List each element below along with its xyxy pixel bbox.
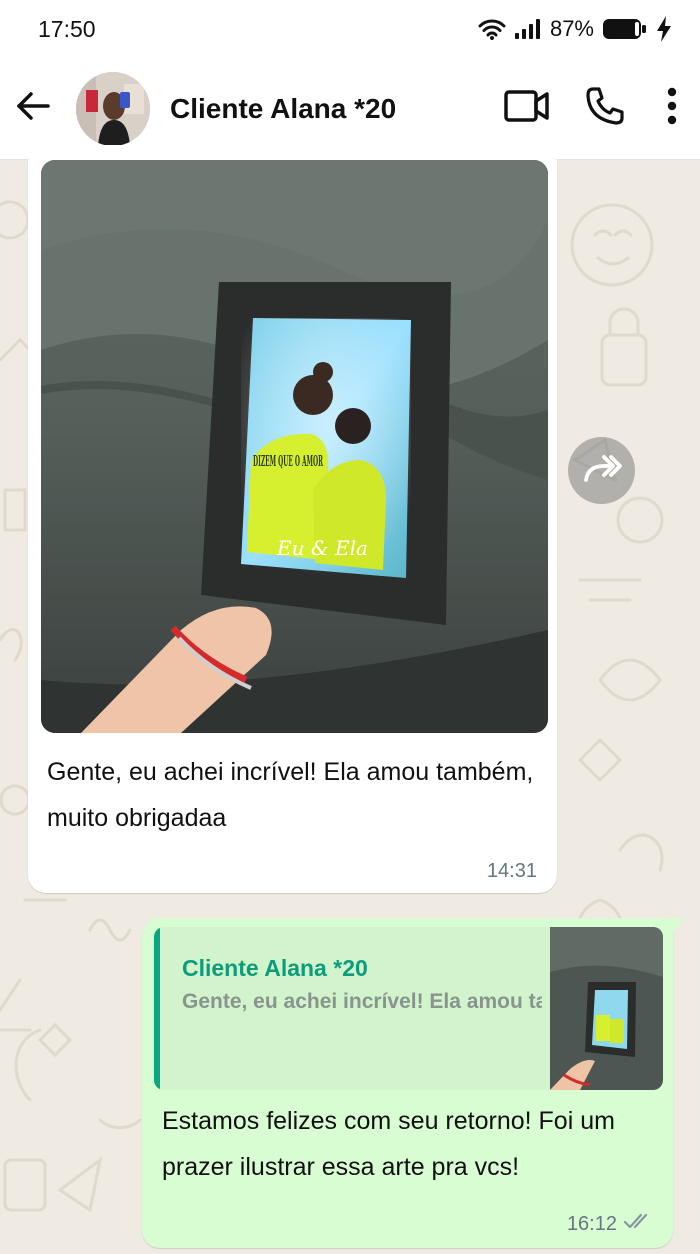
header-actions bbox=[488, 76, 700, 142]
charging-icon bbox=[656, 16, 672, 42]
forward-button[interactable] bbox=[568, 437, 635, 504]
quoted-message[interactable]: Cliente Alana *20 Gente, eu achei incrív… bbox=[154, 927, 663, 1090]
battery-percent: 87% bbox=[549, 16, 594, 41]
more-options-button[interactable] bbox=[644, 76, 700, 142]
back-arrow-icon bbox=[16, 91, 50, 126]
outgoing-message-time: 16:12 bbox=[566, 1212, 617, 1235]
back-button[interactable] bbox=[0, 76, 66, 142]
quote-accent-bar bbox=[154, 927, 160, 1090]
video-call-button[interactable] bbox=[488, 76, 566, 142]
voice-call-button[interactable] bbox=[566, 76, 644, 142]
contact-avatar[interactable] bbox=[76, 71, 150, 146]
outgoing-message-text: Estamos felizes com seu retorno! Foi um … bbox=[162, 1107, 615, 1181]
voice-call-icon bbox=[585, 86, 625, 131]
wifi-icon bbox=[478, 18, 506, 40]
status-time: 17:50 bbox=[38, 15, 96, 42]
outgoing-message[interactable]: Cliente Alana *20 Gente, eu achei incrív… bbox=[142, 918, 685, 1248]
video-call-icon bbox=[504, 89, 550, 128]
bubble-tail bbox=[671, 918, 685, 934]
read-receipt-icon bbox=[623, 1212, 653, 1236]
message-meta: 16:12 bbox=[567, 1212, 653, 1236]
incoming-message-time: 14:31 bbox=[486, 860, 537, 882]
message-photo[interactable]: DIZEM QUE O AMOR Eu & Ela bbox=[41, 160, 548, 733]
quote-author: Cliente Alana *20 bbox=[182, 955, 368, 981]
contact-name[interactable]: Cliente Alana *20 bbox=[170, 93, 396, 125]
quote-text: Gente, eu achei incrível! Ela amou també… bbox=[182, 990, 542, 1013]
photo-shirt-text: DIZEM QUE O AMOR bbox=[253, 452, 323, 470]
quote-thumbnail bbox=[550, 927, 663, 1090]
forward-icon bbox=[582, 453, 622, 488]
incoming-message-text: Gente, eu achei incrível! Ela amou també… bbox=[47, 758, 534, 832]
incoming-message[interactable]: DIZEM QUE O AMOR Eu & Ela Gente, eu ache… bbox=[28, 145, 557, 893]
battery-icon bbox=[602, 17, 648, 41]
more-options-icon bbox=[667, 87, 677, 130]
status-bar: 17:50 87% bbox=[0, 0, 700, 58]
signal-icon bbox=[514, 18, 542, 40]
status-indicators: 87% bbox=[478, 16, 672, 42]
photo-caption-text: Eu & Ela bbox=[276, 536, 368, 560]
